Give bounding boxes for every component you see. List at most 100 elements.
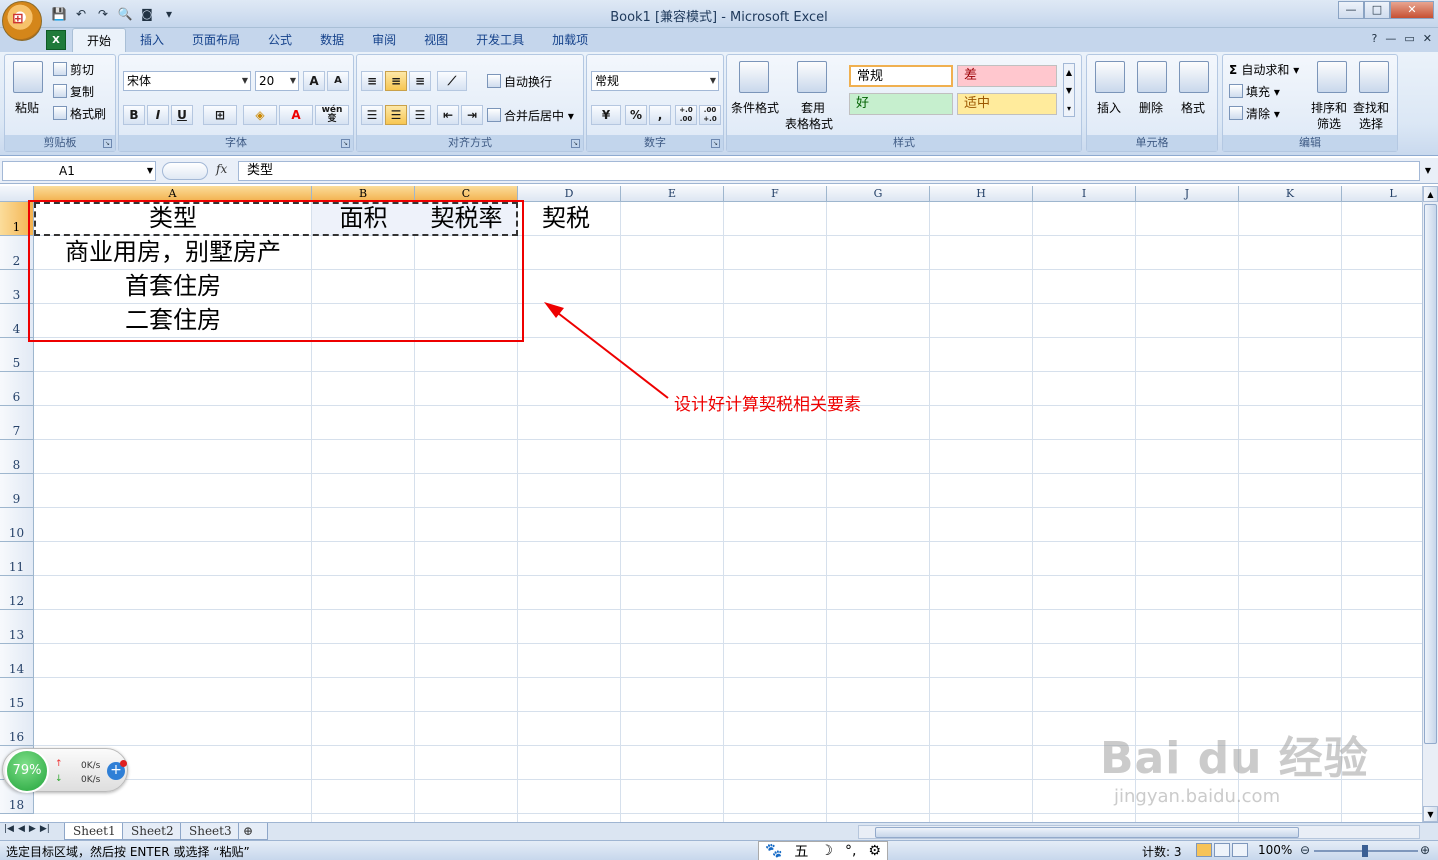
scroll-up-icon[interactable]: ▲ (1423, 186, 1438, 202)
alignment-launcher-icon[interactable]: ↘ (571, 139, 580, 148)
first-sheet-icon[interactable]: |◀ (4, 824, 14, 834)
font-launcher-icon[interactable]: ↘ (341, 139, 350, 148)
paste-icon[interactable] (13, 61, 43, 93)
close-button[interactable]: ✕ (1390, 1, 1434, 19)
zoom-level[interactable]: 100% (1258, 843, 1292, 857)
tab-data[interactable]: 数据 (306, 28, 358, 52)
insert-cells-icon[interactable] (1095, 61, 1125, 93)
format-painter-button[interactable]: 格式刷 (53, 105, 106, 122)
insert-sheet-icon[interactable]: ⊕ (238, 823, 268, 840)
find-select-button[interactable]: 查找和 (1353, 99, 1389, 116)
help-icon[interactable]: ? (1372, 32, 1378, 45)
format-as-table-button[interactable]: 套用 (801, 99, 825, 116)
find-select-label[interactable]: 选择 (1359, 115, 1383, 132)
decrease-indent-button[interactable]: ⇤ (437, 105, 459, 125)
restore-button[interactable]: □ (1364, 1, 1390, 19)
align-right-button[interactable]: ☰ (409, 105, 431, 125)
wrap-text-button[interactable]: 自动换行 (487, 73, 552, 90)
delete-cells-icon[interactable] (1137, 61, 1167, 93)
font-color-button[interactable]: A (279, 105, 313, 125)
increase-indent-button[interactable]: ⇥ (461, 105, 483, 125)
last-sheet-icon[interactable]: ▶| (40, 824, 50, 834)
sort-filter-button[interactable]: 排序和 (1311, 99, 1347, 116)
paste-button[interactable]: 粘贴 (15, 99, 39, 116)
clear-button[interactable]: 清除 ▾ (1229, 105, 1280, 122)
tab-developer[interactable]: 开发工具 (462, 28, 538, 52)
scroll-down-icon[interactable]: ▼ (1423, 806, 1438, 822)
page-break-view-icon[interactable] (1232, 843, 1248, 857)
style-good[interactable]: 好 (849, 93, 953, 115)
horizontal-scrollbar[interactable] (858, 825, 1420, 839)
tab-formulas[interactable]: 公式 (254, 28, 306, 52)
tab-insert[interactable]: 插入 (126, 28, 178, 52)
zoom-out-icon[interactable]: ⊖ (1300, 843, 1310, 857)
align-center-button[interactable]: ☰ (385, 105, 407, 125)
page-layout-view-icon[interactable] (1214, 843, 1230, 857)
bold-button[interactable]: B (123, 105, 145, 125)
ribbon-minimize-icon[interactable]: — (1385, 32, 1396, 45)
ribbon-restore-icon[interactable]: ▭ (1404, 32, 1414, 45)
autosum-button[interactable]: Σ 自动求和 ▾ (1229, 61, 1299, 78)
sort-filter-label[interactable]: 筛选 (1317, 115, 1341, 132)
clipboard-launcher-icon[interactable]: ↘ (103, 139, 112, 148)
vertical-scrollbar[interactable]: ▲ ▼ (1422, 186, 1438, 822)
increase-decimal-button[interactable]: +.0 .00 (675, 105, 697, 125)
zoom-in-icon[interactable]: ⊕ (1420, 843, 1430, 857)
percent-button[interactable]: % (625, 105, 647, 125)
insert-function-button[interactable]: fx (216, 162, 227, 176)
conditional-format-button[interactable]: 条件格式 (731, 99, 779, 116)
phonetic-button[interactable]: wén 变 (315, 105, 349, 125)
sort-filter-icon[interactable] (1317, 61, 1347, 93)
style-bad[interactable]: 差 (957, 65, 1057, 87)
insert-cells-button[interactable]: 插入 (1097, 99, 1121, 116)
number-format-combo[interactable]: 常规 ▼ (591, 71, 719, 91)
borders-button[interactable]: ⊞ (203, 105, 237, 125)
copy-button[interactable]: 复制 (53, 83, 94, 100)
decrease-decimal-button[interactable]: .00 +.0 (699, 105, 721, 125)
gear-icon[interactable]: ⚙ (868, 843, 881, 859)
format-cells-button[interactable]: 格式 (1181, 99, 1205, 116)
tab-page-layout[interactable]: 页面布局 (178, 28, 254, 52)
accounting-format-button[interactable]: ¥ (591, 105, 621, 125)
sheet-tab-sheet3[interactable]: Sheet3 (180, 823, 241, 840)
tab-home[interactable]: 开始 (72, 28, 127, 52)
style-neutral[interactable]: 适中 (957, 93, 1057, 115)
office-button[interactable]: ⊞ (2, 1, 42, 41)
binoculars-icon[interactable] (1359, 61, 1389, 93)
sheet-tab-sheet1[interactable]: Sheet1 (64, 823, 125, 840)
prev-sheet-icon[interactable]: ◀ (18, 824, 25, 834)
merge-center-button[interactable]: 合并后居中 ▾ (487, 107, 574, 124)
moon-icon[interactable]: ☽ (820, 843, 833, 859)
shrink-font-button[interactable]: A (327, 71, 349, 91)
paw-icon[interactable]: 🐾 (765, 843, 782, 859)
plus-icon[interactable]: + (107, 760, 127, 780)
formula-input[interactable]: 类型 (238, 161, 1420, 181)
normal-view-icon[interactable] (1196, 843, 1212, 857)
font-name-combo[interactable]: 宋体 ▼ (123, 71, 251, 91)
network-speed-widget[interactable]: 79% ↑ 0K/s ↓ 0K/s + (2, 748, 128, 793)
align-top-button[interactable]: ≡ (361, 71, 383, 91)
minimize-button[interactable]: — (1338, 1, 1364, 19)
tab-review[interactable]: 审阅 (358, 28, 410, 52)
ribbon-close-icon[interactable]: ✕ (1423, 32, 1432, 45)
zoom-slider[interactable]: ⊖ ⊕ (1300, 843, 1432, 857)
vertical-scroll-thumb[interactable] (1424, 204, 1437, 744)
align-bottom-button[interactable]: ≡ (409, 71, 431, 91)
horizontal-scroll-thumb[interactable] (875, 827, 1299, 838)
underline-button[interactable]: U (171, 105, 193, 125)
punctuation-icon[interactable]: °, (845, 843, 856, 859)
grow-font-button[interactable]: A (303, 71, 325, 91)
styles-gallery-scroll[interactable]: ▲ ▼ ▾ (1063, 63, 1075, 117)
format-as-table-label[interactable]: 表格格式 (785, 115, 833, 132)
italic-button[interactable]: I (147, 105, 169, 125)
align-middle-button[interactable]: ≡ (385, 71, 407, 91)
tab-addins[interactable]: 加载项 (538, 28, 602, 52)
orientation-button[interactable]: ⟋ (437, 71, 467, 91)
conditional-format-icon[interactable] (739, 61, 769, 93)
number-launcher-icon[interactable]: ↘ (711, 139, 720, 148)
ime-mode[interactable]: 五 (794, 841, 808, 860)
delete-cells-button[interactable]: 删除 (1139, 99, 1163, 116)
tab-view[interactable]: 视图 (410, 28, 462, 52)
sheet-tab-sheet2[interactable]: Sheet2 (122, 823, 183, 840)
cut-button[interactable]: 剪切 (53, 61, 94, 78)
